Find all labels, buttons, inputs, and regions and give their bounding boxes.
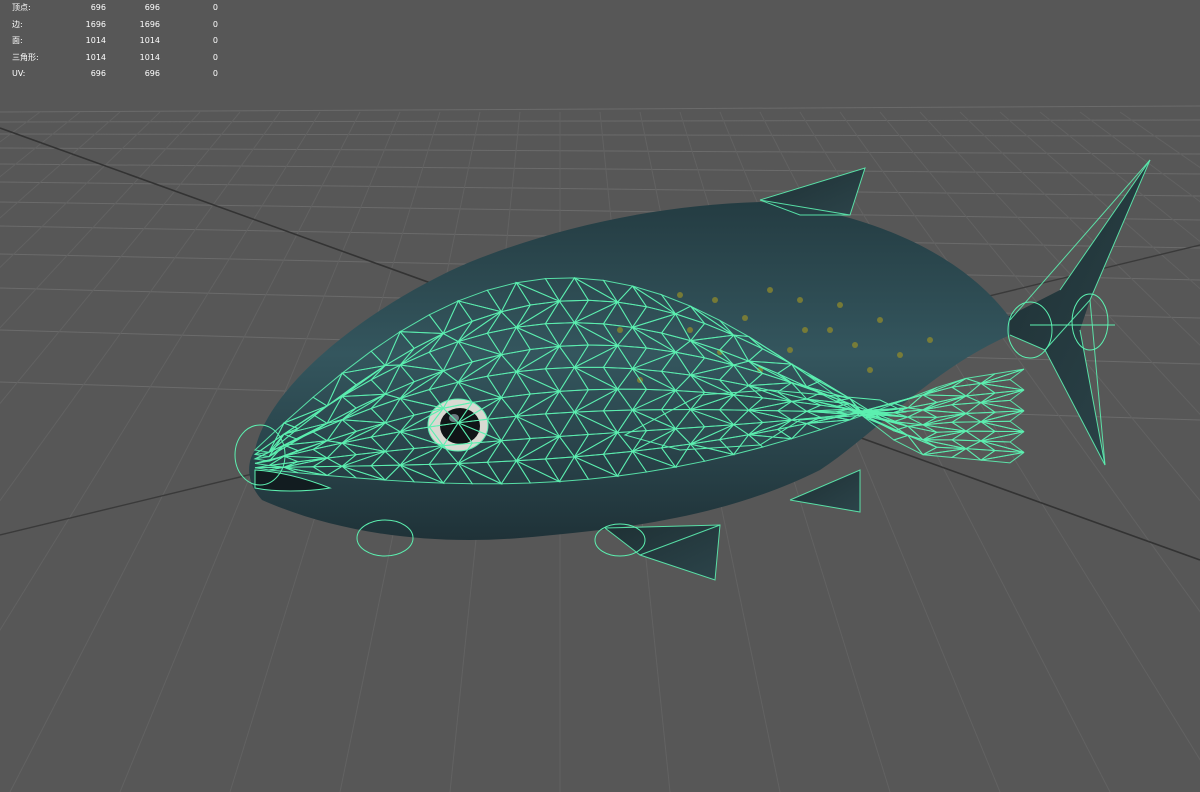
spot: [827, 327, 833, 333]
hud-value: 1014: [85, 52, 106, 62]
spot: [837, 302, 843, 308]
hud-row-uvs: UV: 696 696 0: [12, 66, 222, 83]
grid-line: [0, 111, 201, 329]
spot: [677, 292, 683, 298]
pelvic-fin: [605, 525, 720, 580]
hud-label: 边:: [12, 19, 23, 29]
fish-body: [249, 202, 1011, 541]
hud-value: 696: [144, 69, 160, 79]
grid-line: [0, 105, 1200, 113]
hud-value: 1014: [139, 36, 160, 46]
hud-value: 1014: [139, 52, 160, 62]
spot: [802, 327, 808, 333]
3d-viewport[interactable]: [0, 0, 1200, 792]
hud-value: 1696: [139, 19, 160, 29]
hud-row-triangles: 三角形: 1014 1014 0: [12, 50, 222, 67]
hud-value: 1696: [85, 19, 106, 29]
hud-value: 696: [90, 3, 106, 12]
spot: [927, 337, 933, 343]
spot: [797, 297, 803, 303]
mesh-triangle: [964, 421, 997, 432]
hud-value: 0: [212, 3, 218, 12]
grid-line: [0, 111, 81, 178]
grid-line: [959, 111, 1200, 346]
mesh-triangle: [951, 377, 982, 388]
hud-value: 0: [212, 52, 218, 62]
hud-row-edges: 边: 1696 1696 0: [12, 17, 222, 34]
spot: [897, 352, 903, 358]
grid-line: [0, 111, 41, 143]
grid-line: [0, 147, 1200, 155]
spot: [617, 327, 623, 333]
tail-fin: [1005, 160, 1150, 465]
hud-value: 696: [144, 3, 160, 12]
mesh-triangle: [964, 430, 997, 442]
fin-wire: [1059, 159, 1151, 291]
hud-label: 顶点:: [12, 3, 31, 12]
grid-line: [0, 111, 161, 269]
grid-line: [0, 119, 1200, 123]
spot: [877, 317, 883, 323]
spot: [767, 287, 773, 293]
grid-line: [0, 111, 121, 219]
spot: [852, 342, 858, 348]
heads-up-display-poly-count: 顶点: 696 696 0 边: 1696 1696 0 面: 1014 101…: [12, 0, 222, 83]
mesh-triangle: [964, 440, 997, 452]
spot: [712, 297, 718, 303]
grid-line: [0, 163, 1200, 175]
hud-value: 1014: [85, 36, 106, 46]
grid-line: [0, 201, 1200, 221]
spot: [742, 315, 748, 321]
hud-label: 三角形:: [12, 52, 39, 62]
hud-value: 0: [212, 36, 218, 46]
hud-label: 面:: [12, 36, 23, 46]
hud-row-vertices: 顶点: 696 696 0: [12, 0, 222, 17]
grid-line: [0, 111, 241, 405]
grid-line: [919, 111, 1200, 415]
spot: [787, 347, 793, 353]
hud-row-faces: 面: 1014 1014 0: [12, 33, 222, 50]
hud-label: UV:: [12, 69, 26, 79]
spot: [867, 367, 873, 373]
fish-mesh[interactable]: [234, 159, 1151, 581]
mesh-triangle: [980, 368, 1025, 384]
hud-value: 0: [212, 69, 218, 79]
spot: [687, 327, 693, 333]
hud-value: 0: [212, 19, 218, 29]
hud-value: 696: [90, 69, 106, 79]
